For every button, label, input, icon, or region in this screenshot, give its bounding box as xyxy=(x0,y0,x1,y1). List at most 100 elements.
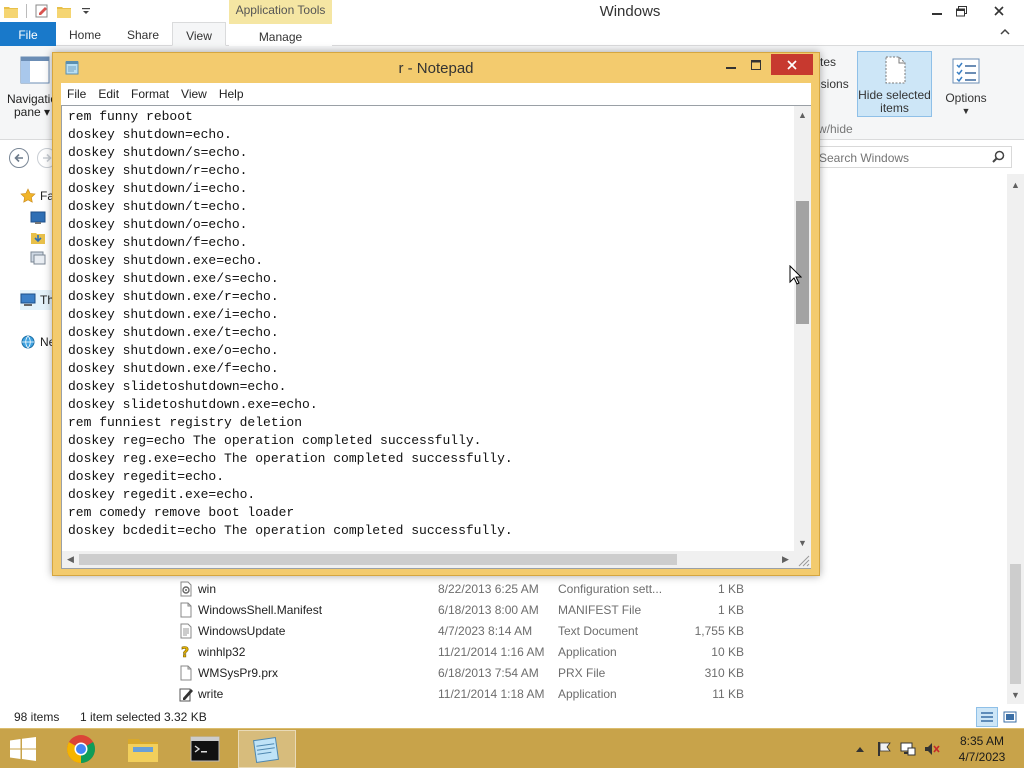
search-input[interactable] xyxy=(819,149,987,166)
options-label: Options xyxy=(945,91,987,105)
notepad-icon xyxy=(253,737,279,763)
scroll-up-icon[interactable]: ▲ xyxy=(794,106,811,123)
file-date: 11/21/2014 1:16 AM xyxy=(438,645,545,659)
file-size: 1,755 KB xyxy=(694,624,744,638)
file-row[interactable]: ? winhlp32 11/21/2014 1:16 AM Applicatio… xyxy=(175,641,775,662)
file-date: 4/7/2023 8:14 AM xyxy=(438,624,533,638)
notepad-vertical-scrollbar[interactable]: ▲ ▼ xyxy=(794,106,811,551)
details-view-button[interactable] xyxy=(976,707,998,727)
back-arrow-icon xyxy=(14,153,23,163)
file-list: win 8/22/2013 6:25 AM Configuration sett… xyxy=(175,578,775,704)
tab-share[interactable]: Share xyxy=(120,22,166,46)
hide-selected-items-button[interactable]: Hide selected items xyxy=(857,51,932,117)
network-icon xyxy=(21,335,35,349)
file-date: 6/18/2013 7:54 AM xyxy=(438,666,539,680)
start-button[interactable] xyxy=(8,735,38,763)
explorer-window-title: Windows xyxy=(599,3,661,20)
notepad-close-button[interactable] xyxy=(771,54,813,75)
notepad-text-area[interactable]: rem funny reboot doskey shutdown=echo. d… xyxy=(68,108,790,546)
notepad-editor[interactable]: rem funny reboot doskey shutdown=echo. d… xyxy=(61,105,811,569)
tab-home[interactable]: Home xyxy=(62,22,108,46)
notepad-vertical-scroll-thumb[interactable] xyxy=(796,201,809,324)
navigation-pane: Fa Th Ne xyxy=(0,174,56,704)
notepad-maximize-button[interactable] xyxy=(743,54,769,75)
explorer-close-button[interactable] xyxy=(984,0,1014,22)
desktop-icon xyxy=(30,211,46,224)
write-app-icon xyxy=(179,688,193,702)
file-row[interactable]: win 8/22/2013 6:25 AM Configuration sett… xyxy=(175,578,775,599)
config-file-icon xyxy=(180,581,192,597)
taskbar-chrome[interactable] xyxy=(52,730,110,768)
volume-muted-icon[interactable] xyxy=(920,735,944,763)
nav-this-pc[interactable]: Th xyxy=(20,290,56,310)
explorer-restore-button[interactable] xyxy=(946,0,976,22)
details-view-icon xyxy=(981,712,993,722)
scroll-down-icon[interactable]: ▼ xyxy=(1007,686,1024,703)
action-center-icon[interactable] xyxy=(872,735,896,763)
file-size: 1 KB xyxy=(717,603,744,617)
explorer-vertical-scrollbar[interactable]: ▲ ▼ xyxy=(1007,174,1024,704)
file-size: 1 KB xyxy=(717,582,744,596)
back-button[interactable] xyxy=(9,148,29,168)
explorer-scroll-thumb[interactable] xyxy=(1010,564,1021,684)
scroll-right-icon[interactable]: ▶ xyxy=(777,551,794,568)
menu-view[interactable]: View xyxy=(175,87,213,101)
menu-format[interactable]: Format xyxy=(125,87,175,101)
file-size: 10 KB xyxy=(711,645,744,659)
status-item-count: 98 items xyxy=(14,710,60,724)
file-type: Application xyxy=(558,687,617,701)
file-type: Text Document xyxy=(558,624,639,638)
menu-edit[interactable]: Edit xyxy=(92,87,125,101)
search-box[interactable] xyxy=(812,146,1012,168)
search-icon[interactable] xyxy=(992,150,1005,166)
file-row[interactable]: write 11/21/2014 1:18 AM Application 11 … xyxy=(175,683,775,704)
resize-grip-icon[interactable] xyxy=(794,551,811,568)
navigation-pane-icon xyxy=(20,56,50,84)
tab-manage[interactable]: Manage xyxy=(229,22,332,46)
notepad-minimize-button[interactable] xyxy=(718,54,744,75)
file-name: winhlp32 xyxy=(198,645,246,659)
scroll-up-icon[interactable]: ▲ xyxy=(1007,176,1024,193)
system-tray xyxy=(848,735,944,763)
file-date: 11/21/2014 1:18 AM xyxy=(438,687,545,701)
svg-text:?: ? xyxy=(181,645,189,660)
tab-file[interactable]: File xyxy=(0,22,56,46)
cmd-icon xyxy=(190,736,220,762)
ribbon-tab-bar: File Home Share View Manage xyxy=(0,22,1024,46)
taskbar-clock[interactable]: 8:35 AM 4/7/2023 xyxy=(952,733,1012,765)
recent-places-icon xyxy=(30,251,46,265)
file-date: 8/22/2013 6:25 AM xyxy=(438,582,539,596)
notepad-menu-bar: File Edit Format View Help xyxy=(61,83,811,105)
notepad-horizontal-scroll-thumb[interactable] xyxy=(79,554,677,565)
show-hidden-icons-button[interactable] xyxy=(848,735,872,763)
taskbar-command-prompt[interactable] xyxy=(176,730,234,768)
notepad-window: r - Notepad File Edit Format View Help r… xyxy=(52,52,820,576)
ribbon-collapse-icon[interactable] xyxy=(1000,27,1010,39)
scroll-down-icon[interactable]: ▼ xyxy=(794,534,811,551)
star-icon xyxy=(20,188,36,203)
options-dropdown-icon: ▼ xyxy=(961,106,971,116)
taskbar-notepad[interactable] xyxy=(238,730,296,768)
menu-help[interactable]: Help xyxy=(213,87,250,101)
downloads-folder-icon xyxy=(31,233,45,244)
large-icons-view-button[interactable] xyxy=(999,707,1021,727)
computer-icon xyxy=(20,293,36,306)
taskbar-file-explorer[interactable] xyxy=(114,730,172,768)
notepad-horizontal-scrollbar[interactable]: ◀ ▶ xyxy=(62,551,794,568)
chevron-up-icon xyxy=(856,747,864,752)
file-name: WMSysPr9.prx xyxy=(198,666,279,680)
network-tray-icon[interactable] xyxy=(896,735,920,763)
menu-file[interactable]: File xyxy=(61,87,92,101)
file-type: PRX File xyxy=(558,666,606,680)
scroll-left-icon[interactable]: ◀ xyxy=(62,551,79,568)
file-row[interactable]: WindowsUpdate 4/7/2023 8:14 AM Text Docu… xyxy=(175,620,775,641)
file-row[interactable]: WMSysPr9.prx 6/18/2013 7:54 AM PRX File … xyxy=(175,662,775,683)
status-bar: 98 items 1 item selected 3.32 KB xyxy=(0,704,1024,728)
notepad-title-bar[interactable]: r - Notepad xyxy=(53,53,819,83)
file-type: Application xyxy=(558,645,617,659)
options-button[interactable]: Options ▼ xyxy=(940,54,992,120)
file-size: 11 KB xyxy=(712,687,744,701)
file-icon xyxy=(180,665,192,681)
file-row[interactable]: WindowsShell.Manifest 6/18/2013 8:00 AM … xyxy=(175,599,775,620)
tab-view[interactable]: View xyxy=(172,22,226,46)
